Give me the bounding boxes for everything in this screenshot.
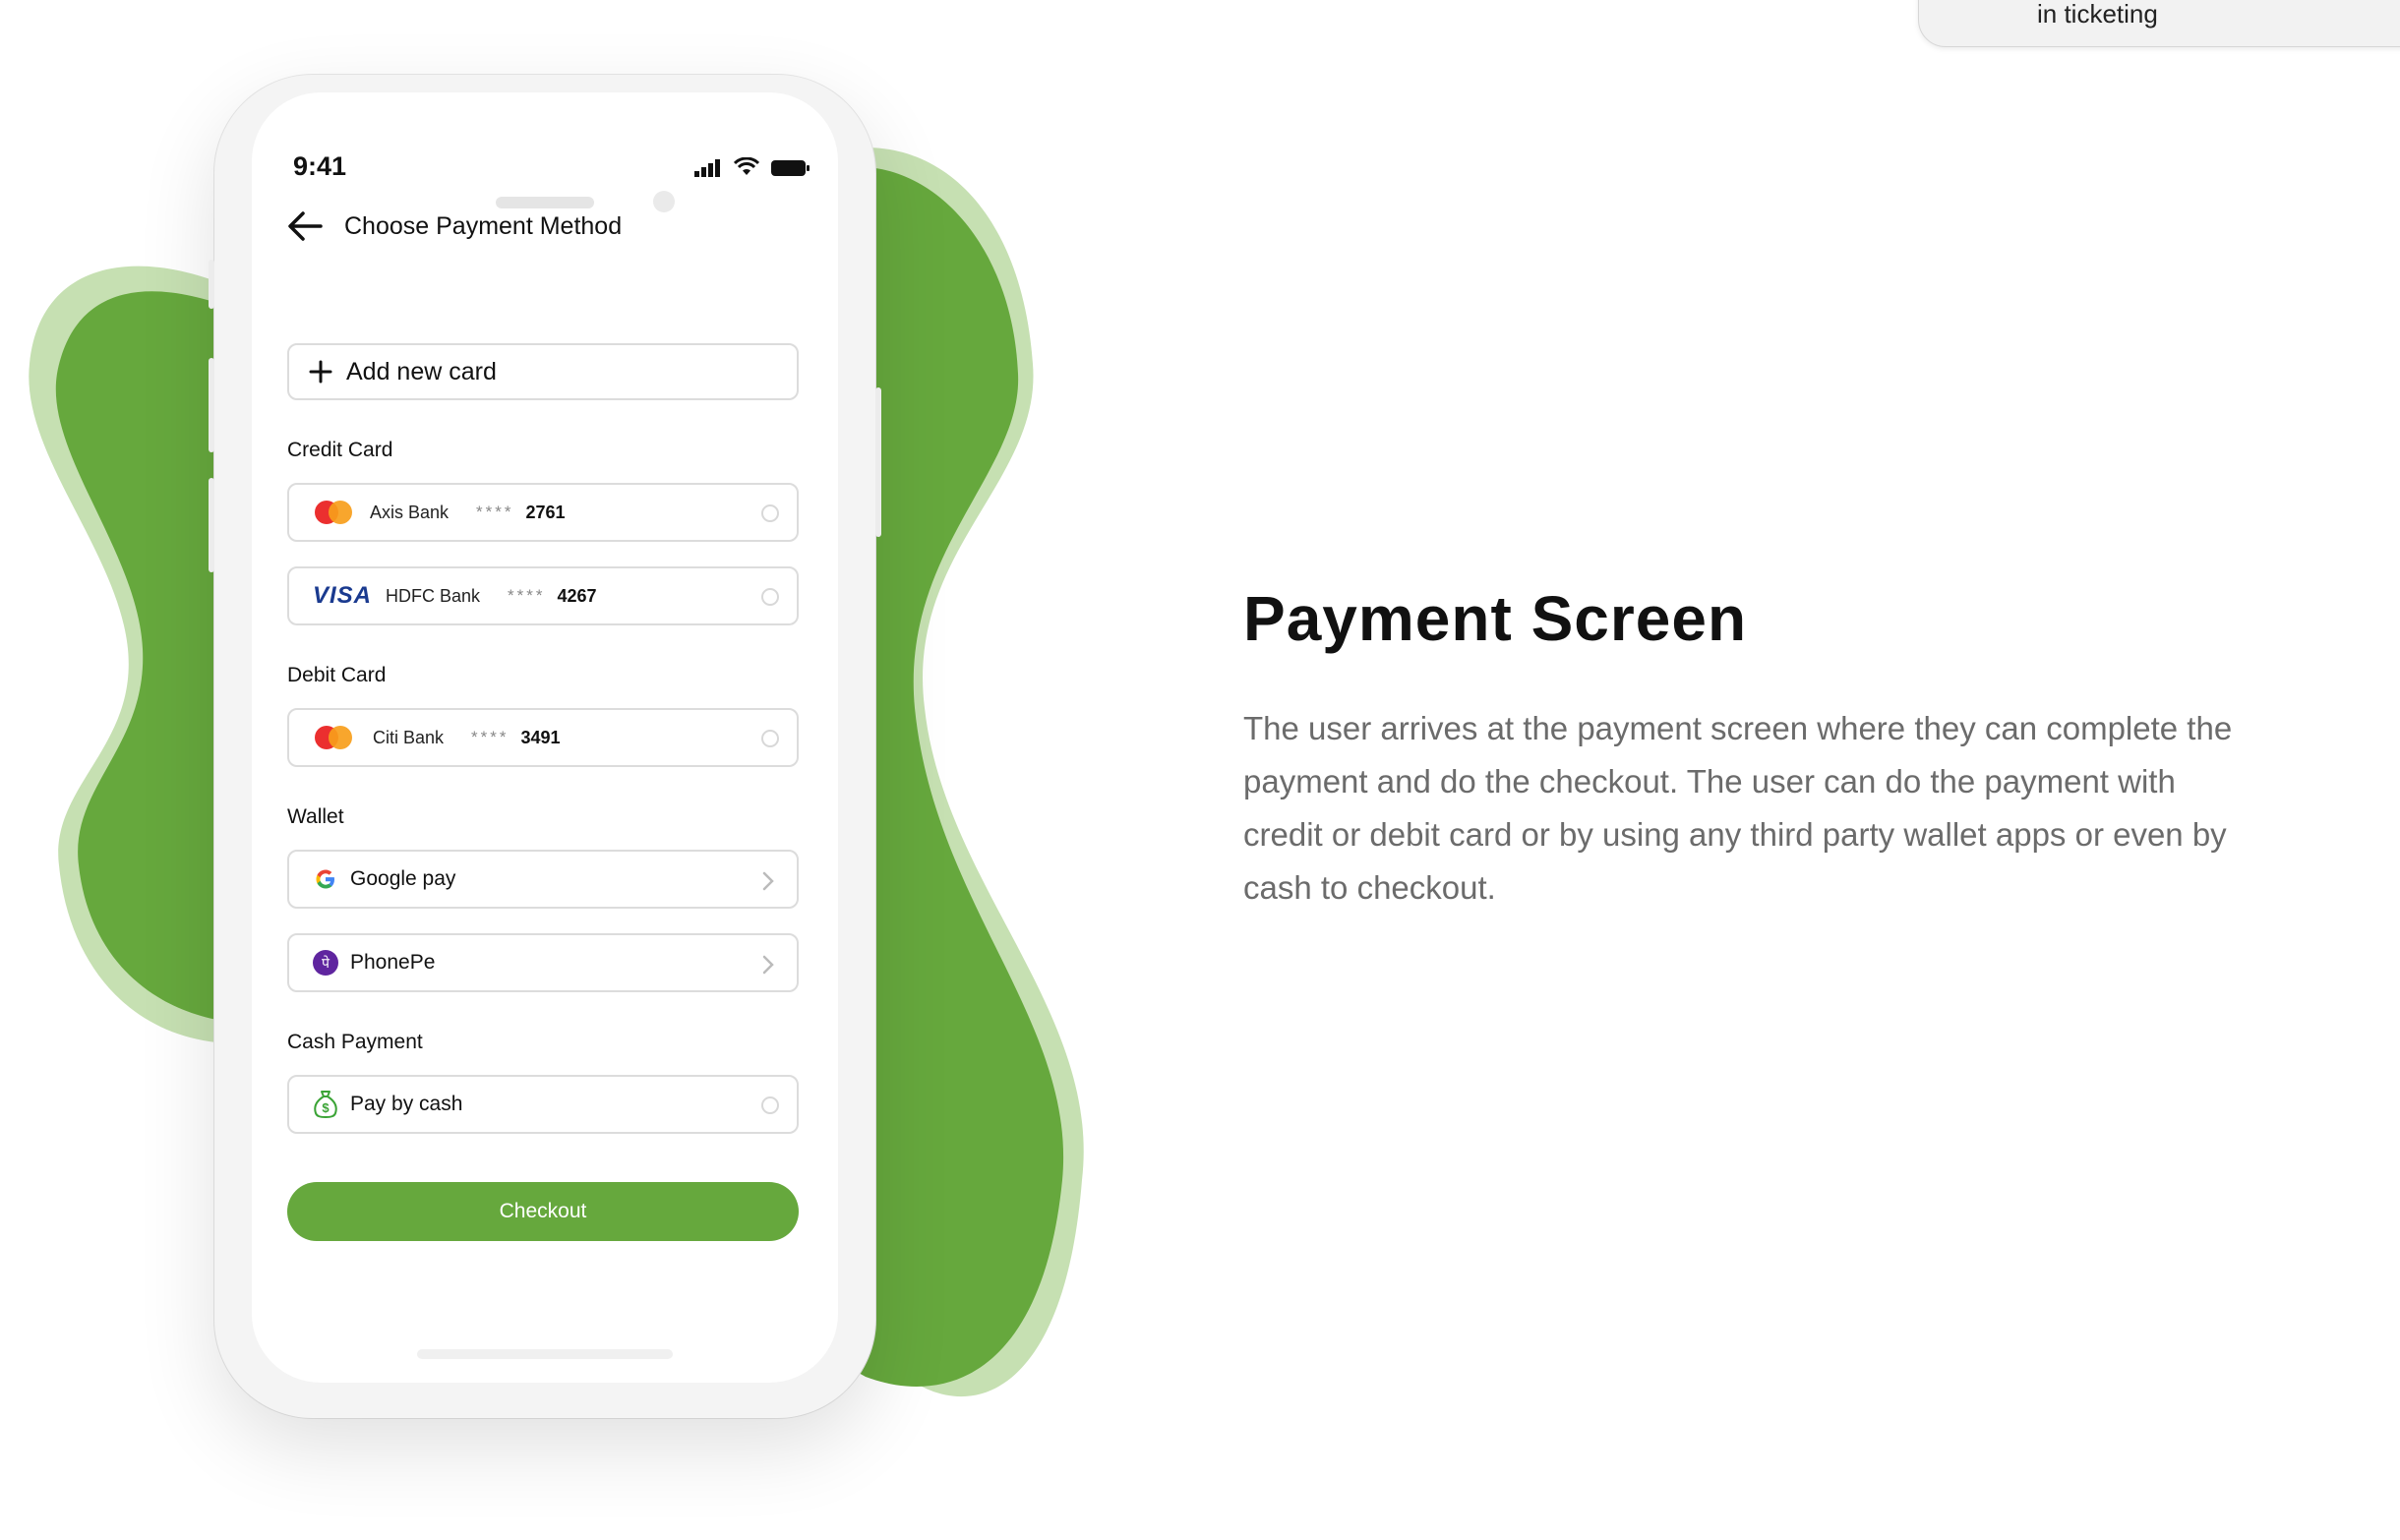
radio-button[interactable] xyxy=(761,504,779,522)
wallet-label: Google pay xyxy=(350,867,456,890)
phone-mockup: 9:41 Choose Payment Method Add new card … xyxy=(209,75,881,1418)
mastercard-icon xyxy=(315,726,352,749)
card-bank-name: Axis Bank xyxy=(370,502,450,522)
wallet-label: PhonePe xyxy=(350,951,436,974)
radio-button[interactable] xyxy=(761,730,779,747)
card-last4: 4267 xyxy=(557,585,597,606)
visa-icon: VISA xyxy=(313,582,373,609)
credit-card-axis[interactable]: Axis Bank **** 2761 xyxy=(287,483,799,542)
header: Choose Payment Method xyxy=(287,210,622,242)
radio-button[interactable] xyxy=(761,588,779,606)
home-indicator xyxy=(417,1349,673,1359)
plus-icon xyxy=(309,360,332,384)
wifi-icon xyxy=(734,157,759,175)
section-cash-payment: Cash Payment xyxy=(287,1031,423,1053)
status-icons xyxy=(694,157,810,177)
card-bank-name: HDFC Bank xyxy=(386,585,481,606)
card-mask: **** xyxy=(476,503,514,521)
section-description: The user arrives at the payment screen w… xyxy=(1243,710,2233,906)
google-icon xyxy=(316,869,334,889)
money-bag-icon: $ xyxy=(313,1090,338,1119)
cash-label: Pay by cash xyxy=(350,1093,463,1115)
phone-screen: 9:41 Choose Payment Method Add new card … xyxy=(252,92,838,1383)
section-debit-card: Debit Card xyxy=(287,664,387,686)
credit-card-hdfc[interactable]: VISA HDFC Bank **** 4267 xyxy=(287,566,799,625)
phone-side-button xyxy=(209,260,214,309)
card-mask: **** xyxy=(471,728,510,746)
section-credit-card: Credit Card xyxy=(287,439,393,461)
add-new-card-button[interactable]: Add new card xyxy=(287,343,799,400)
card-bank-name: Citi Bank xyxy=(373,727,445,747)
phone-volume-up xyxy=(209,358,214,452)
card-last4: 2761 xyxy=(525,502,566,522)
add-new-card-label: Add new card xyxy=(346,357,497,385)
phone-speaker xyxy=(496,197,594,208)
phone-camera xyxy=(653,191,675,212)
section-title: Payment Screen xyxy=(1243,583,1748,654)
card-last4: 3491 xyxy=(520,727,561,747)
phone-power-button xyxy=(875,387,881,537)
status-time: 9:41 xyxy=(293,151,347,181)
chevron-right-icon xyxy=(762,955,774,975)
debit-card-citi[interactable]: Citi Bank **** 3491 xyxy=(287,708,799,767)
back-arrow-icon[interactable] xyxy=(287,210,323,242)
checkout-button[interactable]: Checkout xyxy=(287,1182,799,1241)
wallet-google-pay[interactable]: Google pay xyxy=(287,850,799,909)
signal-icon xyxy=(694,159,720,177)
radio-button[interactable] xyxy=(761,1096,779,1114)
mastercard-icon xyxy=(315,501,352,524)
chevron-right-icon xyxy=(762,871,774,891)
card-mask: **** xyxy=(508,586,546,605)
phonepe-icon: पे xyxy=(313,950,338,976)
top-tab-text: in ticketing xyxy=(2037,0,2158,29)
wallet-phonepe[interactable]: पे PhonePe xyxy=(287,933,799,992)
phone-volume-down xyxy=(209,478,214,572)
battery-icon xyxy=(771,160,810,176)
page-title: Choose Payment Method xyxy=(344,211,623,240)
section-wallet: Wallet xyxy=(287,805,344,828)
cash-pay-by-cash[interactable]: $ Pay by cash xyxy=(287,1075,799,1134)
top-tab-card: in ticketing xyxy=(1918,0,2400,47)
